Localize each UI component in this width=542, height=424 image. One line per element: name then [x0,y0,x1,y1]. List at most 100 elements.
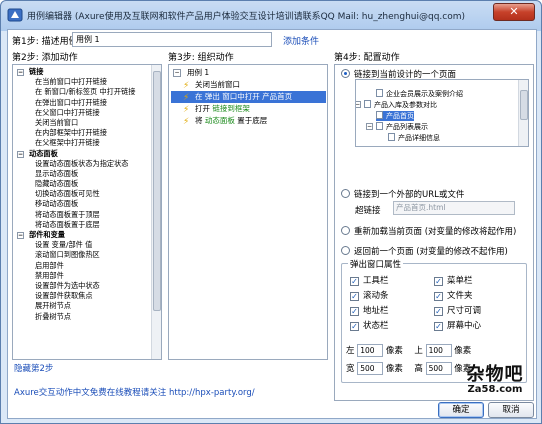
scroll-thumb[interactable] [520,90,528,120]
popup-option-checkbox[interactable]: ✓ 尺寸可调 [434,304,481,316]
page-tree-scrollbar[interactable] [518,80,528,146]
collapse-icon[interactable]: − [356,101,361,108]
organized-action[interactable]: ⚡ 将 动态面板 置于底层 [171,115,326,127]
action-item[interactable]: 在内部框架中打开链接 [13,128,151,138]
actions-scrollbar[interactable] [151,65,161,359]
action-item[interactable]: 关闭当前窗口 [13,118,151,128]
popup-option-checkbox[interactable]: ✓ 滚动条 [350,289,389,301]
page-tree-item[interactable]: 产品入库及参数对比 [364,100,437,110]
collapse-icon[interactable]: − [173,69,181,77]
ok-button[interactable]: 确定 [438,402,484,418]
action-item[interactable]: 在父框架中打开链接 [13,138,151,148]
action-item[interactable]: 隐藏动态面板 [13,179,151,189]
scroll-thumb[interactable] [153,71,161,311]
action-item[interactable]: 在父窗口中打开链接 [13,108,151,118]
actions-tree: − 链接 在当前窗口中打开链接在 新窗口/新标签页 中打开链接 在弹出窗口中打开链接在… [13,67,151,322]
checkbox-icon[interactable]: ✓ [350,277,359,286]
action-item[interactable]: 在弹出窗口中打开链接 [13,98,151,108]
checkbox-icon[interactable]: ✓ [434,292,443,301]
close-button[interactable]: ✕ [493,3,535,21]
radio-link-external-label: 链接到一个外部的URL或文件 [354,190,465,200]
radio-link-external[interactable]: 链接到一个外部的URL或文件 [341,188,464,200]
width-input[interactable]: 500 [357,362,384,375]
radio-back-label: 返回前一个页面 (对变量的修改不起作用) [354,247,508,257]
hyperlink-input[interactable]: 产品首页.html [393,201,515,215]
collapse-icon[interactable]: − [17,150,24,158]
checkbox-icon[interactable]: ✓ [350,307,359,316]
collapse-icon[interactable]: − [366,123,373,130]
hyperlink-label: 超链接 [355,206,381,216]
action-group[interactable]: − 部件和变量 [13,230,151,240]
checkbox-icon[interactable]: ✓ [434,322,443,331]
action-item[interactable]: 设置 变量/部件 值 [13,240,151,250]
unit-label: 像素 [385,346,403,356]
action-group[interactable]: − 链接 [13,67,151,77]
popup-option-label: 菜单栏 [447,276,473,286]
action-item[interactable]: 设置部件为选中状态 [13,281,151,291]
popup-option-checkbox[interactable]: ✓ 屏幕中心 [434,319,481,331]
radio-back[interactable]: 返回前一个页面 (对变量的修改不起作用) [341,245,508,257]
action-item[interactable]: 展开树节点 [13,301,151,311]
title-bar[interactable]: 用例编辑器 (Axure使用及互联网和软件产品用户体验交互设计培训请联系QQ M… [1,1,541,29]
collapse-icon[interactable]: − [17,69,24,76]
action-item[interactable]: 将动态面板置于顶层 [13,210,151,220]
step4-label: 第4步: 配置动作 [334,53,400,63]
use-case-root[interactable]: − 用例 1 [171,67,326,79]
lightning-icon: ⚡ [183,117,190,127]
action-item[interactable]: 滚动窗口到图像热区 [13,250,151,260]
size-row: 宽 500 像素 高 500 像素 [346,362,471,375]
action-item[interactable]: 在当前窗口中打开链接 [13,77,151,87]
top-input[interactable]: 100 [425,344,452,357]
checkbox-icon[interactable]: ✓ [434,277,443,286]
radio-icon[interactable] [341,189,350,198]
radio-selected-icon[interactable] [341,69,350,78]
action-text: 打开 [195,104,213,113]
radio-icon[interactable] [341,246,350,255]
popup-option-checkbox[interactable]: ✓ 菜单栏 [434,274,473,286]
checkbox-icon[interactable]: ✓ [434,307,443,316]
radio-icon[interactable] [341,226,350,235]
action-item[interactable]: 将动态面板置于底层 [13,220,151,230]
window-title: 用例编辑器 (Axure使用及互联网和软件产品用户体验交互设计培训请联系QQ M… [27,12,466,22]
action-group[interactable]: − 动态面板 [13,149,151,159]
popup-option-checkbox[interactable]: ✓ 工具栏 [350,274,389,286]
page-icon [376,89,383,97]
popup-option-checkbox[interactable]: ✓ 文件夹 [434,289,473,301]
action-item[interactable]: 在 新窗口/新标签页 中打开链接 [13,87,151,97]
page-tree-item[interactable]: 产品列表展示 [376,122,428,132]
watermark-en: Za58.com [467,384,523,395]
organized-action[interactable]: ⚡ 打开 链接到框架 [171,103,326,115]
use-case-name-input[interactable]: 用例 1 [72,32,272,47]
action-target: 动态面板 [204,116,235,125]
page-tree-item[interactable]: 产品详细信息 [388,133,440,143]
page-tree-item[interactable]: 企业会员展示及案例介绍 [376,89,463,99]
action-item[interactable]: 折叠树节点 [13,312,151,322]
action-item[interactable]: 禁用部件 [13,271,151,281]
width-label: 宽 [346,364,355,374]
action-item[interactable]: 启用部件 [13,261,151,271]
hide-step2-link[interactable]: 隐藏第2步 [14,362,53,374]
popup-option-label: 尺寸可调 [447,306,482,316]
page-icon [364,100,371,108]
action-item[interactable]: 设置部件获取焦点 [13,291,151,301]
use-case-root-label: 用例 1 [187,68,210,77]
left-input[interactable]: 100 [357,344,384,357]
organize-actions-panel: − 用例 1 ⚡ 关闭当前窗口 ⚡ 在 弹出 窗口中打开 产品首页 ⚡ 打开 链接到框架 ⚡… [168,64,328,360]
collapse-icon[interactable]: − [17,232,24,239]
cancel-button[interactable]: 取消 [488,402,534,418]
action-item[interactable]: 移动动态面板 [13,199,151,209]
add-condition-link[interactable]: 添加条件 [283,34,319,47]
height-input[interactable]: 500 [425,362,452,375]
page-tree-item[interactable]: 产品首页 [376,111,414,121]
popup-option-checkbox[interactable]: ✓ 地址栏 [350,304,389,316]
checkbox-icon[interactable]: ✓ [350,322,359,331]
action-item[interactable]: 设置动态面板状态为指定状态 [13,159,151,169]
popup-option-checkbox[interactable]: ✓ 状态栏 [350,319,389,331]
editor-body: 第1步: 描述用例 用例 1 添加条件 第2步: 添加动作 第3步: 组织动作 … [7,29,537,419]
radio-reload[interactable]: 重新加载当前页面 (对变量的修改将起作用) [341,225,516,237]
action-item[interactable]: 切换动态面板可见性 [13,189,151,199]
organized-action[interactable]: ⚡ 关闭当前窗口 [171,79,326,91]
checkbox-icon[interactable]: ✓ [350,292,359,301]
organized-action[interactable]: ⚡ 在 弹出 窗口中打开 产品首页 [171,91,326,103]
action-item[interactable]: 显示动态面板 [13,169,151,179]
